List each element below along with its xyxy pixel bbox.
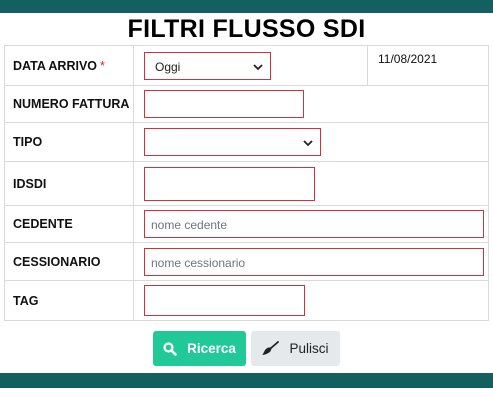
data-arrivo-label: DATA ARRIVO bbox=[13, 58, 98, 73]
required-mark: * bbox=[100, 58, 105, 73]
tipo-label: TIPO bbox=[4, 122, 134, 162]
row-cedente: CEDENTE nome cedente bbox=[4, 205, 489, 243]
tipo-select[interactable] bbox=[144, 128, 321, 156]
search-button-label: Ricerca bbox=[187, 341, 236, 356]
filter-form: DATA ARRIVO * Oggi 11/08/2021 NUMERO FATT… bbox=[4, 45, 489, 321]
row-numero-fattura: NUMERO FATTURA bbox=[4, 85, 489, 123]
bottom-footer-bar bbox=[0, 373, 493, 388]
row-tag: TAG bbox=[4, 280, 489, 321]
cedente-input[interactable]: nome cedente bbox=[144, 210, 484, 238]
cessionario-label: CESSIONARIO bbox=[4, 242, 134, 281]
idsdi-label: IDSDI bbox=[4, 161, 134, 206]
data-arrivo-field-cell: Oggi bbox=[133, 45, 368, 86]
clear-button[interactable]: Pulisci bbox=[251, 331, 340, 366]
clear-button-label: Pulisci bbox=[289, 341, 329, 356]
row-cessionario: CESSIONARIO nome cessionario bbox=[4, 242, 489, 281]
tag-input[interactable] bbox=[144, 285, 305, 316]
chevron-down-icon bbox=[253, 63, 263, 70]
idsdi-input[interactable] bbox=[144, 166, 315, 201]
page-title: FILTRI FLUSSO SDI bbox=[127, 15, 366, 43]
action-buttons: Ricerca Pulisci bbox=[0, 331, 493, 366]
cessionario-field-cell: nome cessionario bbox=[133, 242, 489, 281]
row-data-arrivo: DATA ARRIVO * Oggi 11/08/2021 bbox=[4, 45, 489, 86]
data-arrivo-select[interactable]: Oggi bbox=[144, 51, 271, 80]
numero-fattura-input[interactable] bbox=[144, 90, 304, 118]
row-idsdi: IDSDI bbox=[4, 161, 489, 206]
data-arrivo-date: 11/08/2021 bbox=[367, 45, 489, 86]
search-icon bbox=[163, 341, 177, 356]
cedente-field-cell: nome cedente bbox=[133, 205, 489, 243]
idsdi-field-cell bbox=[133, 161, 489, 206]
tag-field-cell bbox=[133, 280, 489, 321]
broom-icon bbox=[262, 341, 280, 355]
tag-label: TAG bbox=[4, 280, 134, 321]
cessionario-input[interactable]: nome cessionario bbox=[144, 247, 484, 276]
cedente-label: CEDENTE bbox=[4, 205, 134, 243]
numero-fattura-label: NUMERO FATTURA bbox=[4, 85, 134, 123]
numero-fattura-field-cell bbox=[133, 85, 489, 123]
data-arrivo-label-cell: DATA ARRIVO * bbox=[4, 45, 134, 86]
top-header-bar bbox=[0, 0, 493, 13]
data-arrivo-selected: Oggi bbox=[155, 59, 181, 74]
tipo-field-cell bbox=[133, 122, 489, 162]
chevron-down-icon bbox=[303, 140, 313, 147]
search-button[interactable]: Ricerca bbox=[153, 331, 246, 366]
row-tipo: TIPO bbox=[4, 122, 489, 162]
